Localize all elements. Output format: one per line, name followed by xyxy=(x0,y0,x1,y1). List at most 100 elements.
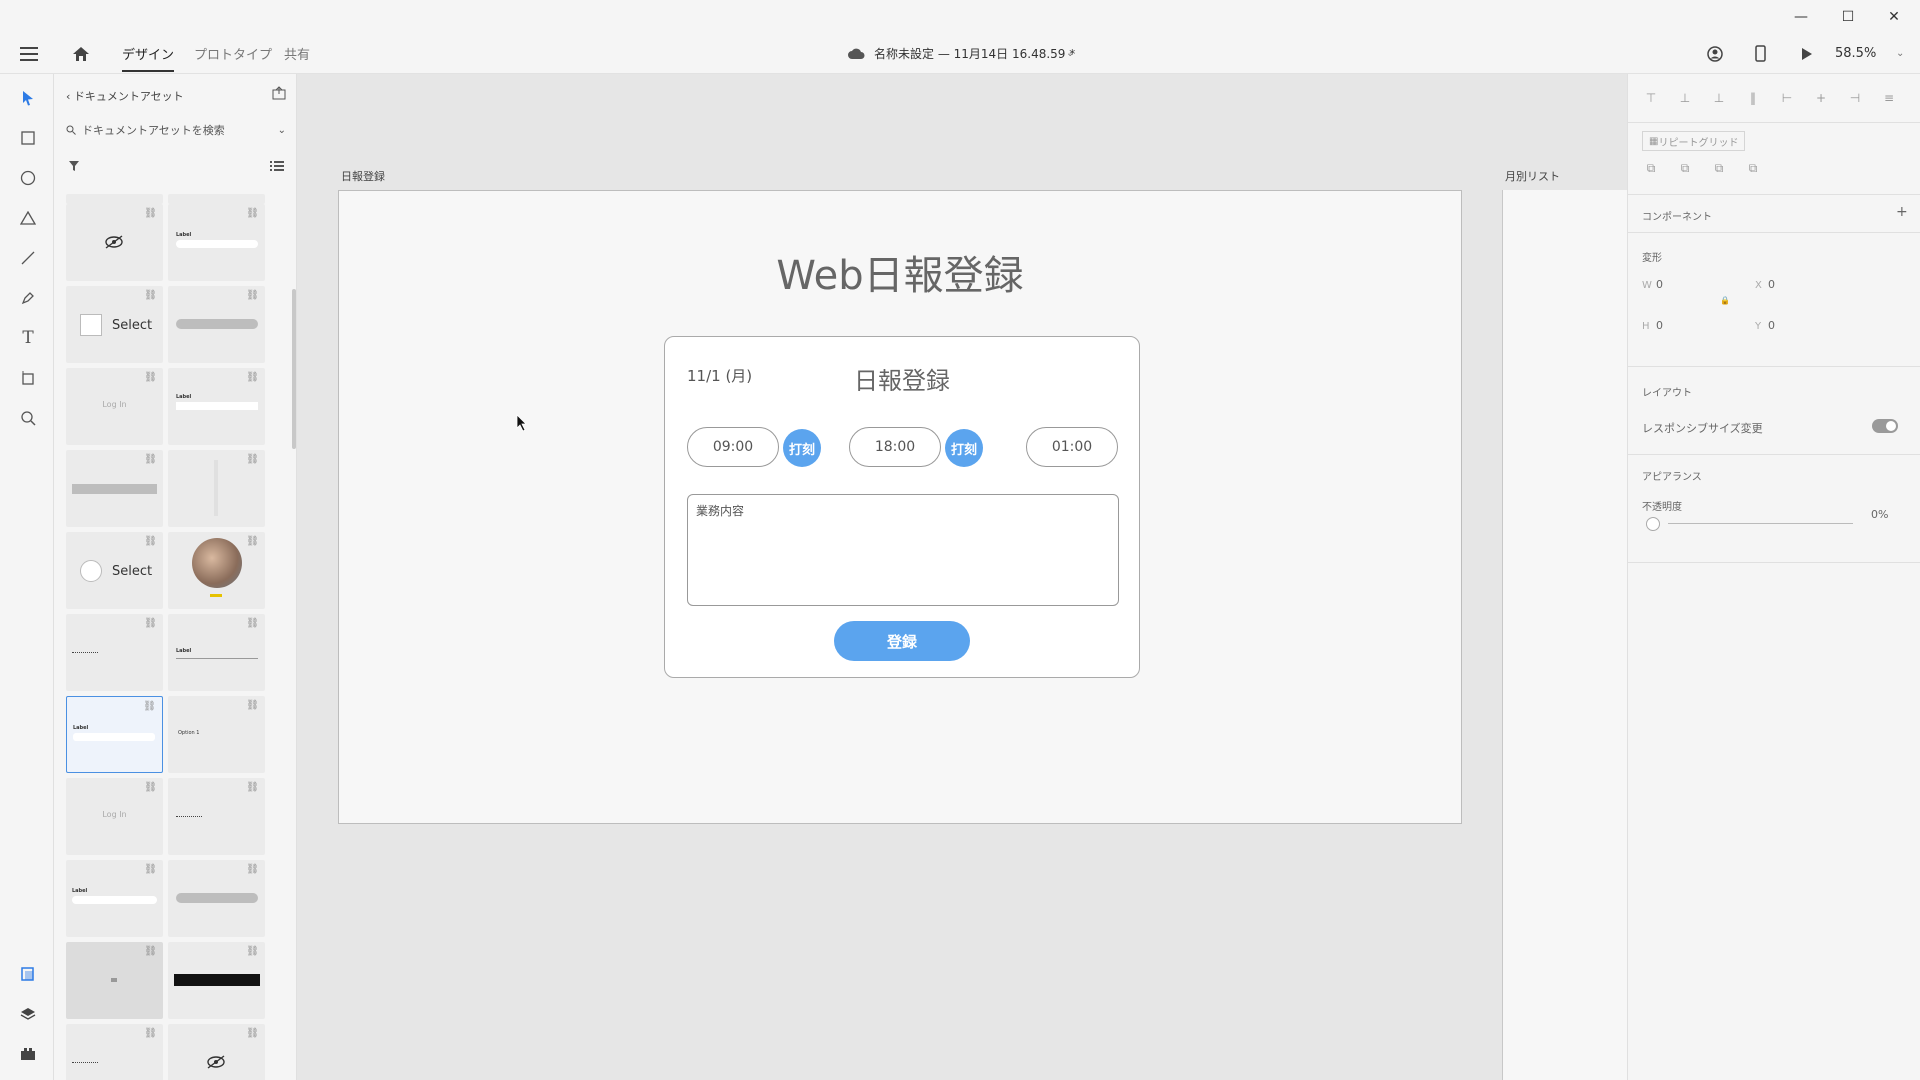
user-icon[interactable] xyxy=(1707,33,1723,74)
assets-panel-icon[interactable] xyxy=(14,960,42,988)
align-center-icon[interactable]: + xyxy=(1812,89,1830,107)
chevron-down-icon[interactable]: ⌄ xyxy=(1066,33,1074,74)
asset-thumbnail[interactable]: ⛓ Label xyxy=(168,368,265,445)
close-button[interactable]: ✕ xyxy=(1871,0,1917,33)
asset-thumbnail[interactable]: ⛓ xyxy=(66,614,163,691)
opacity-slider-track[interactable] xyxy=(1668,523,1853,524)
asset-thumbnail[interactable]: ⛓ Label xyxy=(168,204,265,281)
filter-icon[interactable] xyxy=(68,160,80,175)
tab-prototype[interactable]: プロトタイプ xyxy=(194,33,272,74)
distribute-horizontal-icon[interactable]: ≡ xyxy=(1880,89,1898,107)
asset-thumbnail[interactable]: ⛓ xyxy=(168,778,265,855)
artboard-monthly-list[interactable] xyxy=(1502,190,1627,1080)
asset-thumbnail[interactable]: ⛓ xyxy=(168,450,265,527)
align-bottom-icon[interactable]: ⊥ xyxy=(1710,89,1728,107)
device-preview-icon[interactable] xyxy=(1755,33,1766,74)
boolean-subtract-icon[interactable]: ⧉ xyxy=(1676,159,1694,177)
artboard-label[interactable]: 日報登録 xyxy=(341,168,385,184)
asset-thumbnail[interactable]: ⛓ Log In xyxy=(66,368,163,445)
grid-icon: ▦ xyxy=(1649,135,1659,147)
register-button[interactable]: 登録 xyxy=(834,621,970,661)
line-tool-icon[interactable] xyxy=(14,244,42,272)
minimize-button[interactable]: — xyxy=(1778,0,1824,33)
hamburger-menu-icon[interactable] xyxy=(20,33,38,74)
asset-thumbnail[interactable]: ⛓ xyxy=(66,450,163,527)
avatar-caption-preview xyxy=(210,594,222,597)
export-icon[interactable] xyxy=(272,86,286,103)
rectangle-tool-icon[interactable] xyxy=(14,124,42,152)
assets-scrollbar[interactable] xyxy=(292,289,296,449)
zoom-chevron-icon[interactable]: ⌄ xyxy=(1896,33,1904,74)
document-title[interactable]: 名称未設定 — 11月14日 16.48.59 * xyxy=(874,33,1075,74)
eye-off-icon xyxy=(105,235,123,249)
pen-tool-icon[interactable] xyxy=(14,284,42,312)
asset-thumbnail[interactable]: ⛓ xyxy=(66,204,163,281)
image-preview xyxy=(111,978,117,982)
add-component-icon[interactable]: + xyxy=(1896,204,1908,220)
zoom-level[interactable]: 58.5% xyxy=(1835,33,1876,74)
maximize-button[interactable]: ☐ xyxy=(1825,0,1871,33)
asset-thumbnail[interactable]: ⛓ Label xyxy=(66,860,163,937)
end-time-field[interactable]: 18:00 xyxy=(849,427,941,467)
zoom-tool-icon[interactable] xyxy=(14,404,42,432)
work-content-textarea[interactable]: 業務内容 xyxy=(687,494,1119,606)
asset-thumbnail[interactable]: ⛓ xyxy=(168,1024,265,1080)
play-icon[interactable] xyxy=(1801,33,1813,74)
select-tool-icon[interactable] xyxy=(14,84,42,112)
asset-thumbnail[interactable]: ⛓ xyxy=(168,532,265,609)
artboard-label[interactable]: 月別リスト xyxy=(1505,168,1560,184)
opacity-slider-knob[interactable] xyxy=(1646,517,1660,531)
width-field[interactable]: 0 xyxy=(1656,278,1663,291)
align-middle-icon[interactable]: ⊥ xyxy=(1676,89,1694,107)
asset-thumbnail-partial[interactable] xyxy=(66,194,163,204)
text-tool-icon[interactable]: T xyxy=(14,324,42,352)
opacity-value[interactable]: 0% xyxy=(1871,508,1888,521)
lock-ratio-icon[interactable]: 🔒 xyxy=(1720,296,1730,305)
asset-thumbnail[interactable]: ⛓ Select xyxy=(66,286,163,363)
align-right-icon[interactable]: ⊣ xyxy=(1846,89,1864,107)
end-stamp-button[interactable]: 打刻 xyxy=(945,429,983,467)
height-field[interactable]: 0 xyxy=(1656,319,1663,332)
align-left-icon[interactable]: ⊢ xyxy=(1778,89,1796,107)
artboard-daily-report[interactable]: Web日報登録 11/1 (月) 日報登録 09:00 打刻 18:00 打刻 … xyxy=(338,190,1462,824)
responsive-resize-toggle[interactable] xyxy=(1872,419,1898,433)
link-icon: ⛓ xyxy=(144,782,157,793)
boolean-intersect-icon[interactable]: ⧉ xyxy=(1710,159,1728,177)
start-time-field[interactable]: 09:00 xyxy=(687,427,779,467)
asset-thumbnail[interactable]: ⛓ xyxy=(168,286,265,363)
responsive-resize-label: レスポンシブサイズ変更 xyxy=(1642,422,1763,435)
home-icon[interactable] xyxy=(72,33,90,74)
asset-thumbnail[interactable]: ⛓ xyxy=(66,942,163,1019)
distribute-vertical-icon[interactable]: ‖ xyxy=(1744,89,1762,107)
asset-thumbnail[interactable]: ⛓ Label xyxy=(168,614,265,691)
asset-thumbnail[interactable]: ⛓ Select xyxy=(66,532,163,609)
asset-thumbnail[interactable]: ⛓ Log In xyxy=(66,778,163,855)
polygon-tool-icon[interactable] xyxy=(14,204,42,232)
break-time-field[interactable]: 01:00 xyxy=(1026,427,1118,467)
search-chevron-icon[interactable]: ⌄ xyxy=(278,125,286,136)
asset-thumbnail[interactable]: ⛓ xyxy=(168,942,265,1019)
list-view-icon[interactable] xyxy=(270,160,284,175)
asset-thumbnail-partial[interactable] xyxy=(168,194,265,204)
boolean-add-icon[interactable]: ⧉ xyxy=(1642,159,1660,177)
start-stamp-button[interactable]: 打刻 xyxy=(783,429,821,467)
assets-back-link[interactable]: ‹ ドキュメントアセット xyxy=(66,88,184,104)
boolean-exclude-icon[interactable]: ⧉ xyxy=(1744,159,1762,177)
tab-share[interactable]: 共有 xyxy=(284,33,310,74)
asset-thumbnail[interactable]: ⛓ xyxy=(66,1024,163,1080)
align-top-icon[interactable]: ⊤ xyxy=(1642,89,1660,107)
asset-thumbnail[interactable]: ⛓ xyxy=(168,860,265,937)
link-icon: ⛓ xyxy=(144,536,157,547)
ellipse-tool-icon[interactable] xyxy=(14,164,42,192)
artboard-tool-icon[interactable] xyxy=(14,364,42,392)
y-field[interactable]: 0 xyxy=(1768,319,1775,332)
tab-design[interactable]: デザイン xyxy=(122,33,175,74)
x-field[interactable]: 0 xyxy=(1768,278,1775,291)
asset-thumbnail-selected[interactable]: ⛓ Label xyxy=(66,696,163,773)
vertical-bar-preview xyxy=(214,460,218,516)
plugins-panel-icon[interactable] xyxy=(14,1040,42,1068)
layers-panel-icon[interactable] xyxy=(14,1000,42,1028)
asset-search-field[interactable]: ドキュメントアセットを検索 ⌄ xyxy=(66,118,286,142)
repeat-grid-button[interactable]: ▦ リピートグリッド xyxy=(1642,131,1746,151)
asset-thumbnail[interactable]: ⛓ Option 1 xyxy=(168,696,265,773)
